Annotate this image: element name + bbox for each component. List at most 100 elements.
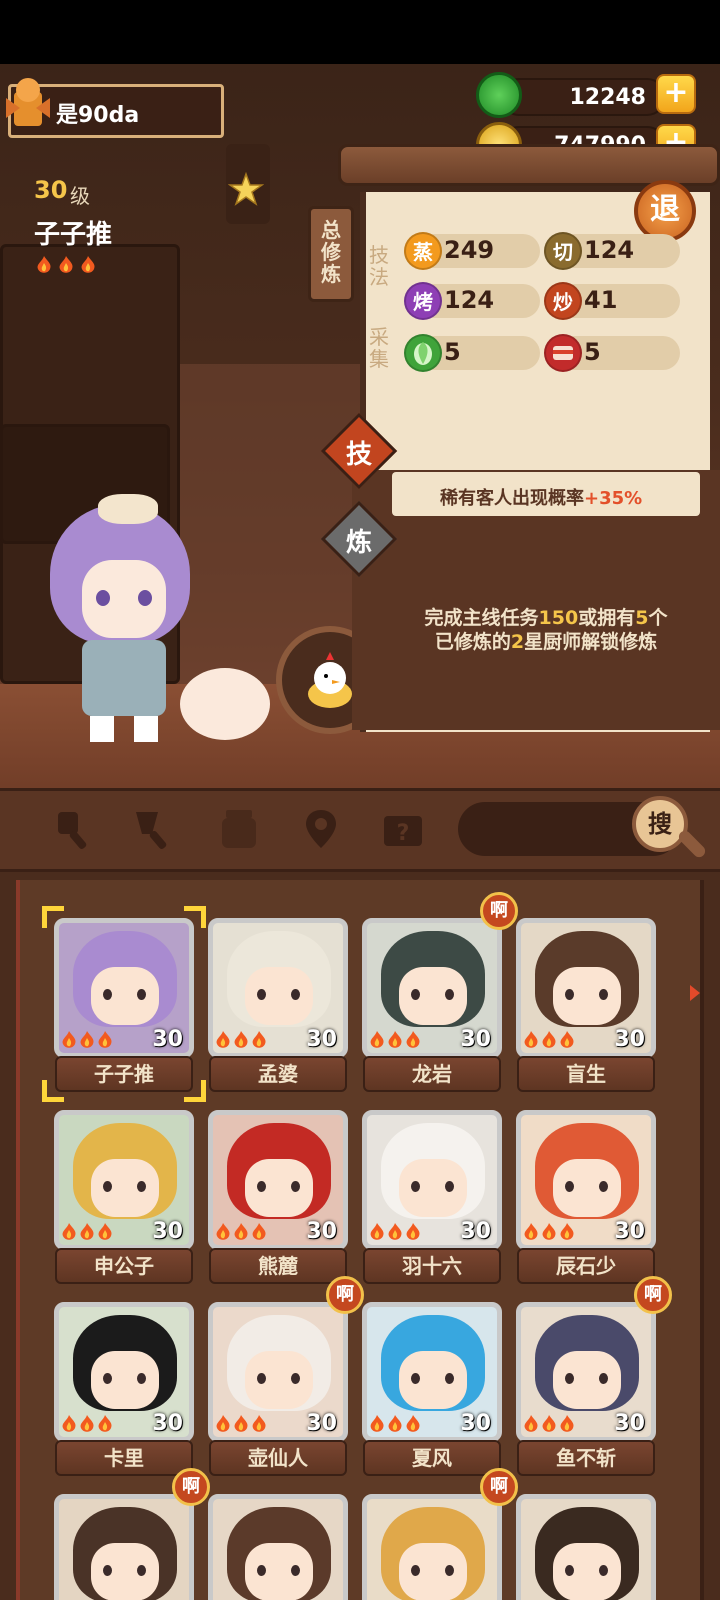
chef-card-name[interactable]: 卡里 <box>55 1440 193 1476</box>
chef-character[interactable] <box>50 494 200 744</box>
help-map-icon[interactable]: ? <box>380 806 426 852</box>
chef-portrait-face <box>245 967 313 1025</box>
chef-card[interactable]: 30 <box>208 1302 348 1442</box>
chef-card[interactable] <box>516 1494 656 1600</box>
flame-icon <box>406 1031 420 1048</box>
chef-card-level: 30 <box>306 1027 337 1052</box>
chef-portrait-eye <box>103 1181 112 1192</box>
exit-button[interactable]: 退 <box>634 180 696 242</box>
add-jade-button[interactable]: + <box>656 74 696 114</box>
status-bar <box>0 0 720 64</box>
jade-amount: 12248 <box>569 85 646 110</box>
chef-portrait-eye <box>257 989 266 1000</box>
train-tab-label: 炼 <box>345 528 372 558</box>
chef-card-name[interactable]: 龙岩 <box>363 1056 501 1092</box>
chef-rarity-flames <box>215 1415 267 1433</box>
chef-portrait-eye <box>103 989 112 1000</box>
chef-card-name[interactable]: 熊麓 <box>209 1248 347 1284</box>
chef-card[interactable]: 30 <box>516 1110 656 1250</box>
flame-icon <box>252 1415 266 1432</box>
skill-tab-label: 技 <box>345 440 372 470</box>
chef-portrait-eye <box>599 989 608 1000</box>
chef-card[interactable]: 30 <box>208 918 348 1058</box>
chef-card[interactable]: 30 <box>54 1110 194 1250</box>
chef-card-name[interactable]: 夏风 <box>363 1440 501 1476</box>
unlock-chef-count: 5 <box>635 607 649 629</box>
chef-portrait-eye <box>599 1181 608 1192</box>
flame-icon <box>234 1031 248 1048</box>
shovel-icon[interactable] <box>132 806 178 852</box>
chef-portrait-face <box>91 1159 159 1217</box>
flame-icon <box>370 1415 384 1432</box>
rare-guest-text: 稀有客人出现概率+35% <box>440 484 642 510</box>
chef-level-unit: 级 <box>70 184 90 208</box>
new-badge: 啊 <box>326 1276 364 1314</box>
new-badge: 啊 <box>634 1276 672 1314</box>
chef-card-name[interactable]: 子子推 <box>55 1056 193 1092</box>
chef-portrait-eye <box>291 1181 300 1192</box>
jade-icon <box>476 72 522 118</box>
chef-card[interactable]: 30 <box>362 1302 502 1442</box>
chef-card[interactable] <box>208 1494 348 1600</box>
chef-card[interactable] <box>54 1494 194 1600</box>
unlock-text-2c: 星厨师解锁修炼 <box>524 631 658 653</box>
chef-card[interactable]: 30 <box>208 1110 348 1250</box>
chef-card-name[interactable]: 辰石少 <box>517 1248 655 1284</box>
chef-card-name[interactable]: 盲生 <box>517 1056 655 1092</box>
new-badge: 啊 <box>480 1468 518 1506</box>
chef-portrait-eye <box>565 1373 574 1384</box>
flame-icon <box>80 1223 94 1240</box>
flame-icon <box>524 1415 538 1432</box>
new-badge: 啊 <box>172 1468 210 1506</box>
chef-portrait-eye <box>137 1373 146 1384</box>
chef-card[interactable]: 30 <box>54 918 194 1058</box>
rare-guest-label: 稀有客人出现概率 <box>440 488 584 509</box>
chef-portrait-eye <box>291 1565 300 1576</box>
chef-card[interactable] <box>362 1494 502 1600</box>
chef-card[interactable]: 30 <box>516 1302 656 1442</box>
chef-card-level: 30 <box>460 1219 491 1244</box>
panel-title: 总修炼 <box>321 218 341 286</box>
stat-icon: 烤 <box>404 282 442 320</box>
chef-portrait-face <box>245 1351 313 1409</box>
spatula-icon[interactable] <box>50 806 96 852</box>
chef-leg-right <box>134 716 158 742</box>
flame-icon <box>560 1031 574 1048</box>
chef-portrait-eye <box>257 1181 266 1192</box>
chef-portrait-face <box>399 1543 467 1600</box>
selection-corner <box>184 1080 206 1102</box>
chef-card-name[interactable]: 孟婆 <box>209 1056 347 1092</box>
chef-card[interactable]: 30 <box>362 1110 502 1250</box>
search-button[interactable]: 搜 <box>632 796 688 852</box>
chef-stars <box>36 256 96 274</box>
chef-portrait-eye <box>445 989 454 1000</box>
chef-portrait-eye <box>599 1565 608 1576</box>
chef-card-name[interactable]: 鱼不斩 <box>517 1440 655 1476</box>
chef-rarity-flames <box>369 1415 421 1433</box>
flame-icon <box>216 1223 230 1240</box>
chef-body <box>82 640 166 716</box>
player-avatar-icon <box>0 72 56 136</box>
unlock-star-count: 2 <box>510 631 525 653</box>
chef-card[interactable]: 30 <box>516 918 656 1058</box>
unlock-text-c: 或拥有 <box>578 607 636 629</box>
flame-icon <box>80 1415 94 1432</box>
flame-icon <box>62 1031 76 1048</box>
chef-card-name[interactable]: 申公子 <box>55 1248 193 1284</box>
chef-card-name[interactable]: 羽十六 <box>363 1248 501 1284</box>
stat-icon: 蒸 <box>404 232 442 270</box>
chef-portrait-eye <box>411 1181 420 1192</box>
rare-guest-value: +35% <box>584 488 643 509</box>
jar-icon[interactable] <box>216 806 262 852</box>
new-badge: 啊 <box>480 892 518 930</box>
chef-card-name[interactable]: 壶仙人 <box>209 1440 347 1476</box>
star-icon[interactable] <box>227 171 265 208</box>
chef-card[interactable]: 30 <box>54 1302 194 1442</box>
panel-title-tag: 总修炼 <box>308 206 354 302</box>
flame-icon <box>406 1415 420 1432</box>
location-icon[interactable] <box>298 806 344 852</box>
flame-icon <box>370 1031 384 1048</box>
chef-card[interactable]: 30 <box>362 918 502 1058</box>
chef-portrait-face <box>91 1351 159 1409</box>
chef-portrait-eye <box>137 989 146 1000</box>
